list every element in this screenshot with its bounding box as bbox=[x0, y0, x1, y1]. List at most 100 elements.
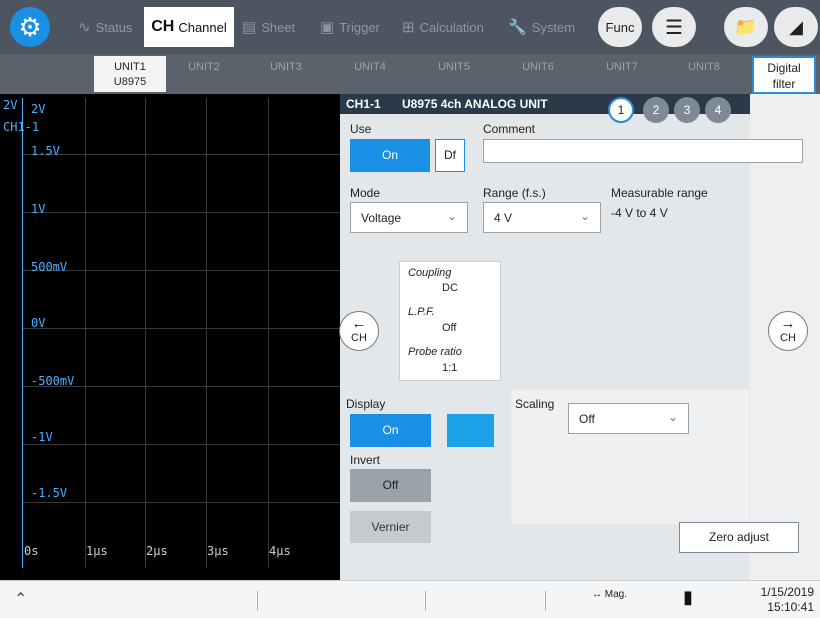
waveform-title: 2V bbox=[3, 98, 18, 112]
wrench-icon: 🔧 bbox=[508, 19, 527, 36]
calculator-icon: ⊞ bbox=[402, 19, 415, 36]
channel-select-4[interactable]: 4 bbox=[705, 97, 731, 123]
arrow-left-icon: ← bbox=[351, 315, 367, 332]
trigger-icon: ▣ bbox=[320, 19, 335, 36]
unit-tab-row: UNIT1 U8975 UNIT2 UNIT3 UNIT4 UNIT5 UNIT… bbox=[0, 54, 820, 94]
status-bar: ⌃ ↔ Mag. ▮ 1/15/2019 15:10:41 bbox=[0, 580, 820, 618]
coupling-value: DC bbox=[442, 282, 458, 294]
y-tick-label: -1.5V bbox=[31, 486, 68, 500]
grid-line bbox=[85, 98, 86, 568]
mode-select[interactable]: Voltage ⌄ bbox=[350, 202, 468, 233]
grid-line bbox=[145, 98, 146, 568]
list-menu-button[interactable]: ☰ bbox=[652, 7, 696, 47]
magnify-xy-button[interactable]: ↔ Mag. bbox=[592, 589, 627, 600]
y-tick-label: 2V bbox=[31, 102, 46, 116]
use-label: Use bbox=[350, 122, 372, 136]
y-tick-label: 1.5V bbox=[31, 144, 60, 158]
y-tick-label: -1V bbox=[31, 430, 53, 444]
range-select[interactable]: 4 V ⌄ bbox=[483, 202, 601, 233]
chevron-up-icon[interactable]: ⌃ bbox=[14, 589, 27, 609]
usb-drive-icon: ▮ bbox=[683, 587, 693, 607]
unit-tab-1[interactable]: UNIT1 U8975 bbox=[94, 56, 166, 92]
unit-tab-7[interactable]: UNIT7 bbox=[586, 56, 658, 92]
probe-ratio-value: 1:1 bbox=[442, 362, 458, 374]
chevron-down-icon: ⌄ bbox=[579, 209, 590, 223]
df-button[interactable]: Df bbox=[435, 139, 465, 172]
unit-tab-2[interactable]: UNIT2 bbox=[168, 56, 240, 92]
channel-select-1[interactable]: 1 bbox=[608, 97, 634, 123]
zero-adjust-button[interactable]: Zero adjust bbox=[679, 522, 799, 553]
invert-off-button[interactable]: Off bbox=[350, 469, 431, 502]
display-label: Display bbox=[346, 397, 386, 411]
nav-trigger[interactable]: ▣ Trigger bbox=[320, 7, 380, 47]
range-label: Range (f.s.) bbox=[483, 186, 546, 200]
unit-tab-6[interactable]: UNIT6 bbox=[502, 56, 574, 92]
mode-label: Mode bbox=[350, 186, 381, 200]
chevron-down-icon: ⌄ bbox=[667, 410, 678, 424]
y-tick-label: 0V bbox=[31, 316, 46, 330]
date-time: 1/15/2019 15:10:41 bbox=[760, 585, 814, 614]
use-on-button[interactable]: On bbox=[350, 139, 430, 172]
grid-line bbox=[22, 270, 340, 271]
grid-line bbox=[22, 502, 340, 503]
gear-icon: ⚙ bbox=[18, 12, 42, 42]
grid-line bbox=[22, 154, 340, 155]
nav-sheet[interactable]: ▤ Sheet bbox=[242, 7, 295, 47]
scaling-select[interactable]: Off ⌄ bbox=[568, 403, 689, 434]
input-info-box[interactable]: Coupling DC L.P.F. Off Probe ratio 1:1 bbox=[399, 261, 501, 381]
comment-field[interactable] bbox=[483, 139, 803, 163]
measurable-range-label: Measurable range bbox=[611, 186, 708, 200]
grid-line bbox=[22, 328, 340, 329]
arrow-right-icon: → bbox=[780, 315, 796, 332]
digital-filter-button[interactable]: Digital filter bbox=[752, 56, 816, 94]
collapse-button[interactable]: ◢ bbox=[774, 7, 818, 47]
chevron-down-icon: ⌄ bbox=[446, 209, 457, 223]
channel-label: CH1-1 bbox=[3, 120, 40, 134]
channel-select-3[interactable]: 3 bbox=[674, 97, 700, 123]
measurable-range-value: -4 V to 4 V bbox=[611, 206, 668, 220]
top-toolbar: ⚙ ∿ Status CH Channel ▤ Sheet ▣ Trigger … bbox=[0, 0, 820, 54]
grid-line bbox=[22, 212, 340, 213]
waveform-icon: ∿ bbox=[78, 19, 91, 36]
nav-channel[interactable]: CH Channel bbox=[144, 7, 234, 47]
x-tick-label: 3μs bbox=[207, 544, 229, 558]
next-channel-button[interactable]: → CH bbox=[768, 311, 808, 351]
prev-channel-button[interactable]: ← CH bbox=[339, 311, 379, 351]
probe-ratio-label: Probe ratio bbox=[408, 346, 462, 358]
x-tick-label: 1μs bbox=[86, 544, 108, 558]
vernier-button[interactable]: Vernier bbox=[350, 511, 431, 543]
coupling-label: Coupling bbox=[408, 267, 452, 279]
x-tick-label: 0s bbox=[24, 544, 39, 558]
nav-calculation[interactable]: ⊞ Calculation bbox=[402, 7, 484, 47]
unit-tab-3[interactable]: UNIT3 bbox=[250, 56, 322, 92]
nav-status[interactable]: ∿ Status bbox=[78, 7, 132, 47]
grid-line bbox=[22, 444, 340, 445]
scaling-label: Scaling bbox=[515, 397, 555, 411]
unit-tab-4[interactable]: UNIT4 bbox=[334, 56, 406, 92]
unit-tab-8[interactable]: UNIT8 bbox=[668, 56, 740, 92]
lpf-value: Off bbox=[442, 322, 457, 334]
corner-arrow-icon: ◢ bbox=[789, 16, 803, 37]
waveform-display[interactable]: 2V 2V CH1-1 1.5V 1V 500mV 0V -500mV -1V … bbox=[0, 94, 340, 580]
folder-icon: 📁 bbox=[734, 16, 758, 37]
invert-label: Invert bbox=[350, 453, 381, 467]
comment-label: Comment bbox=[483, 122, 536, 136]
func-button[interactable]: Func bbox=[598, 7, 642, 47]
display-color-swatch[interactable] bbox=[447, 414, 494, 447]
y-tick-label: 1V bbox=[31, 202, 46, 216]
x-tick-label: 2μs bbox=[146, 544, 168, 558]
unit-tab-5[interactable]: UNIT5 bbox=[418, 56, 490, 92]
divider bbox=[257, 591, 258, 611]
nav-system[interactable]: 🔧 System bbox=[508, 7, 575, 47]
sheet-icon: ▤ bbox=[242, 19, 257, 36]
xy-arrows-icon: ↔ bbox=[592, 589, 602, 600]
grid-line bbox=[206, 98, 207, 568]
grid-line bbox=[268, 98, 269, 568]
open-folder-button[interactable]: 📁 bbox=[724, 7, 768, 47]
settings-gear-button[interactable]: ⚙ bbox=[10, 7, 50, 47]
divider bbox=[425, 591, 426, 611]
x-tick-label: 4μs bbox=[269, 544, 291, 558]
y-axis-line bbox=[22, 98, 23, 568]
channel-select-2[interactable]: 2 bbox=[643, 97, 669, 123]
display-on-button[interactable]: On bbox=[350, 414, 431, 447]
